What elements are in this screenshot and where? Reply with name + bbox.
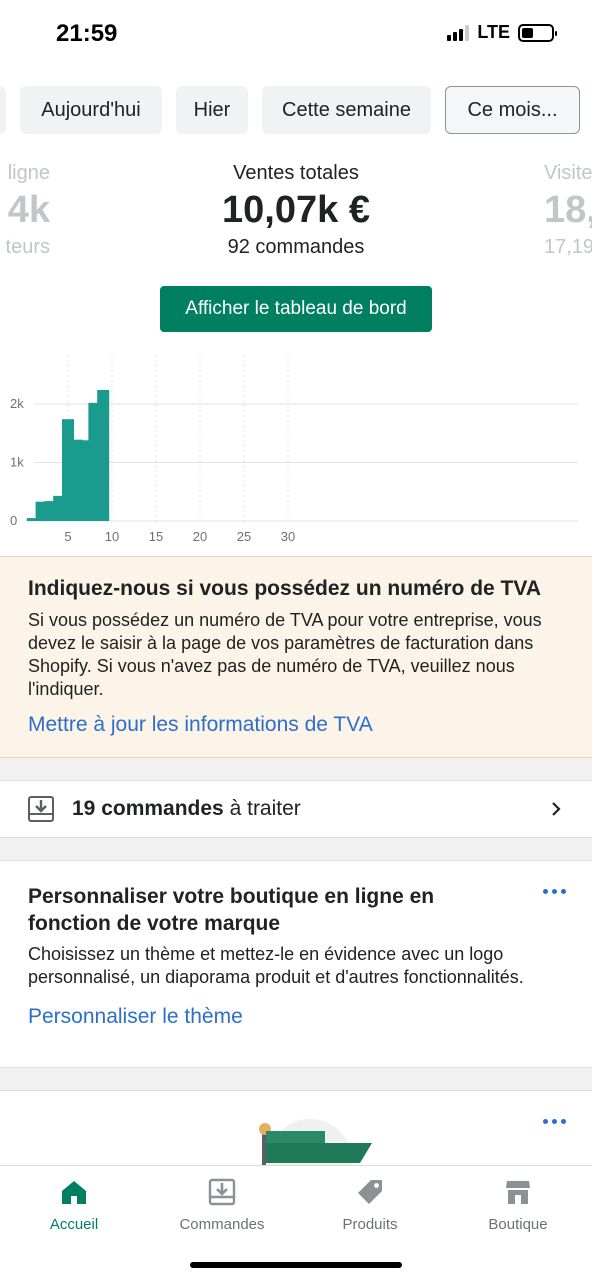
orders-count: 19 commandes: [72, 797, 224, 820]
sales-chart: 0 1k 2k 5 10 15 20 25 30: [10, 355, 578, 544]
metric-value: 10,07k €: [222, 189, 370, 231]
metric-value: 4k: [7, 189, 50, 231]
metric-sub: teurs: [5, 236, 50, 258]
metric-sub: 92 commandes: [227, 236, 365, 258]
metric-label: ligne: [7, 162, 50, 184]
status-bar: 21:59 LTE: [0, 0, 592, 70]
metric-label: Visite: [544, 162, 592, 184]
metric-total-sales[interactable]: Ventes totales 10,07k € 92 commandes: [176, 162, 416, 259]
orders-icon: [208, 1178, 236, 1206]
chevron-right-icon: [552, 802, 561, 816]
view-dashboard-button[interactable]: Afficher le tableau de bord: [160, 286, 432, 332]
download-box-icon: [28, 796, 54, 822]
vat-banner-body: Si vous possédez un numéro de TVA pour v…: [28, 610, 542, 699]
store-icon: [506, 1181, 530, 1204]
tab-orders[interactable]: Commandes: [148, 1178, 296, 1233]
analytics-panel: Aujourd'hui Hier Cette semaine Ce mois..…: [0, 70, 592, 556]
theme-card-title: Personnaliser votre boutique en ligne en…: [28, 885, 435, 935]
theme-card: Personnaliser votre boutique en ligne en…: [0, 860, 592, 1068]
date-filter-today[interactable]: Aujourd'hui: [20, 86, 162, 134]
tab-store[interactable]: Boutique: [444, 1178, 592, 1233]
x-tick-label: 5: [64, 529, 71, 544]
date-filter-yesterday[interactable]: Hier: [176, 86, 248, 134]
x-tick-label: 10: [105, 529, 119, 544]
metric-sub: 17,19: [544, 236, 592, 258]
tab-home[interactable]: Accueil: [0, 1178, 148, 1233]
date-filter-partial[interactable]: [0, 86, 6, 134]
theme-card-body: Choisissez un thème et mettez-le en évid…: [28, 944, 524, 987]
home-icon: [62, 1181, 86, 1204]
x-tick-label: 15: [149, 529, 163, 544]
flag-illustration: [259, 1119, 372, 1170]
x-tick-label: 25: [237, 529, 251, 544]
tab-products[interactable]: Produits: [296, 1178, 444, 1233]
bottom-tab-bar: Accueil Commandes Produits Boutique: [0, 1165, 592, 1280]
x-tick-label: 20: [193, 529, 207, 544]
orders-suffix: à traiter: [229, 797, 301, 820]
home-indicator: [190, 1262, 402, 1268]
tab-label: Accueil: [49, 1216, 99, 1233]
status-time: 21:59: [56, 20, 118, 47]
more-options-icon[interactable]: [543, 889, 566, 894]
tab-label: Commandes: [179, 1216, 265, 1233]
metric-online-sessions[interactable]: ligne 4k teurs: [0, 162, 50, 259]
chart-bar: [97, 389, 110, 521]
date-filter-this-week[interactable]: Cette semaine: [262, 86, 431, 134]
tab-label: Produits: [342, 1216, 398, 1233]
vat-banner-title: Indiquez-nous si vous possédez un numéro…: [28, 577, 541, 600]
customize-theme-link[interactable]: Personnaliser le thème: [28, 1005, 564, 1029]
metric-label: Ventes totales: [233, 162, 359, 184]
y-tick-label: 2k: [10, 396, 24, 411]
date-filter-this-month[interactable]: Ce mois...: [445, 86, 580, 134]
x-tick-label: 30: [281, 529, 295, 544]
y-tick-label: 0: [10, 513, 17, 528]
update-vat-link[interactable]: Mettre à jour les informations de TVA: [28, 713, 564, 737]
tag-icon: [358, 1180, 382, 1204]
signal-icon: [447, 24, 470, 41]
battery-icon: [518, 23, 557, 42]
next-card: [0, 1090, 592, 1170]
orders-to-process-row[interactable]: 19 commandes à traiter: [0, 780, 592, 838]
vat-banner: Indiquez-nous si vous possédez un numéro…: [0, 556, 592, 758]
network-label: LTE: [477, 22, 510, 42]
more-options-icon[interactable]: [543, 1119, 566, 1124]
tab-label: Boutique: [488, 1216, 548, 1233]
metric-visits[interactable]: Visite 18, 17,19: [544, 162, 592, 259]
y-tick-label: 1k: [10, 455, 24, 470]
metric-value: 18,: [544, 189, 592, 231]
